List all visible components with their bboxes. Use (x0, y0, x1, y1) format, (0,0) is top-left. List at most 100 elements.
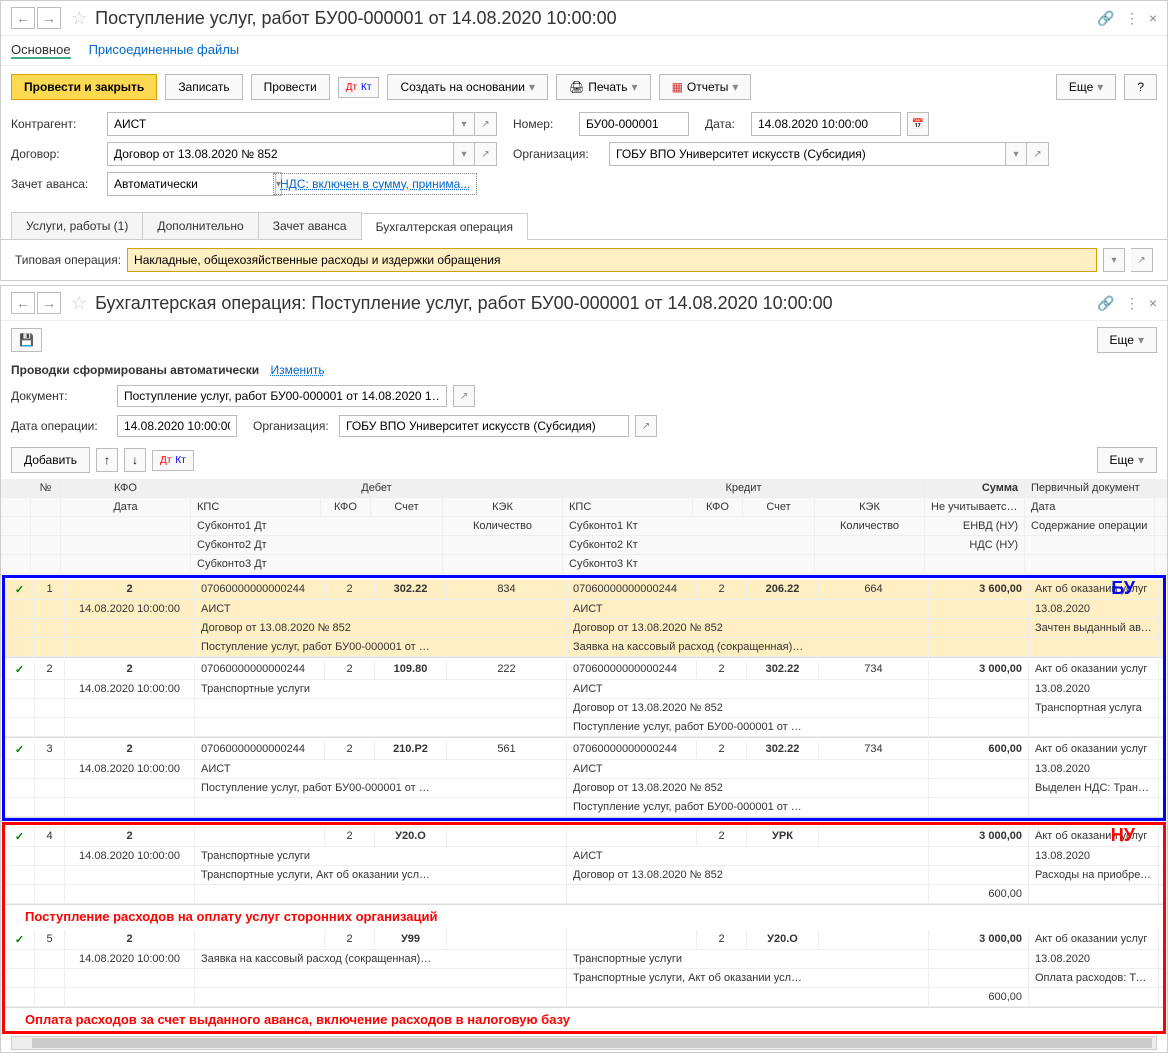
move-up-button[interactable]: ↑ (96, 448, 118, 472)
date-input[interactable] (751, 112, 901, 136)
check-icon: ✓ (15, 744, 24, 756)
tab-files[interactable]: Присоединенные файлы (89, 42, 240, 59)
advance-input[interactable] (107, 172, 275, 196)
tab-services[interactable]: Услуги, работы (1) (11, 212, 143, 239)
dtkt-icon[interactable]: ДтКт (152, 450, 194, 471)
document-title: Поступление услуг, работ БУ00-000001 от … (95, 8, 1097, 29)
save-icon[interactable]: 💾 (11, 328, 42, 352)
open-icon[interactable]: ↗ (475, 142, 497, 166)
bu-annotation: БУ (1111, 578, 1135, 599)
open-icon[interactable]: ↗ (453, 385, 475, 407)
org2-input[interactable] (339, 415, 629, 437)
date-label: Дата: (705, 117, 745, 131)
close-icon[interactable]: × (1149, 295, 1157, 311)
auto-notice: Проводки сформированы автоматически Изме… (1, 359, 1167, 381)
panel-header: ← → ☆ Поступление услуг, работ БУ00-0000… (1, 1, 1167, 36)
tab-main[interactable]: Основное (11, 42, 71, 59)
more-button[interactable]: Еще (1097, 327, 1157, 353)
typical-operation-row: Типовая операция: ▾ ↗ (1, 240, 1167, 280)
print-button[interactable]: 🖨Печать (556, 74, 651, 100)
dropdown-icon[interactable]: ▾ (1103, 248, 1125, 272)
favorite-icon[interactable]: ☆ (71, 293, 87, 314)
entry-row[interactable]: ✓ 3 2 07060000000000244 2 210.Р2 561 070… (5, 738, 1163, 818)
accounting-operation-panel: ← → ☆ Бухгалтерская операция: Поступлени… (0, 285, 1168, 1053)
tab-accounting[interactable]: Бухгалтерская операция (361, 213, 528, 240)
write-button[interactable]: Записать (165, 74, 242, 100)
vat-link[interactable]: НДС: включен в сумму, принима... (273, 173, 477, 195)
counterparty-label: Контрагент: (11, 117, 101, 131)
group-nu: НУ ✓ 4 2 2 У20.О 2 УРК 3 000,00 Акт об о… (2, 822, 1166, 1034)
move-down-button[interactable]: ↓ (124, 448, 146, 472)
dropdown-icon[interactable]: ▾ (453, 112, 475, 136)
typical-op-label: Типовая операция: (15, 253, 121, 267)
opdate-input[interactable] (117, 415, 237, 437)
reports-button[interactable]: ▦Отчеты (659, 74, 752, 100)
contract-label: Договор: (11, 147, 101, 161)
red-annotation-1: Поступление расходов на оплату услуг сто… (5, 905, 1163, 928)
open-icon[interactable]: ↗ (1131, 248, 1153, 272)
check-icon: ✓ (15, 664, 24, 676)
dtkt-icon[interactable]: ДтКт (338, 77, 380, 98)
favorite-icon[interactable]: ☆ (71, 8, 87, 29)
toolbar: Провести и закрыть Записать Провести ДтК… (1, 66, 1167, 108)
entries-grid: № КФО Дебет Кредит Сумма Первичный докум… (1, 479, 1167, 1050)
entry-row[interactable]: ✓ 1 2 07060000000000244 2 302.22 834 070… (5, 578, 1163, 658)
add-button[interactable]: Добавить (11, 447, 90, 473)
post-button[interactable]: Провести (251, 74, 330, 100)
number-input[interactable] (579, 112, 689, 136)
open-icon[interactable]: ↗ (635, 415, 657, 437)
check-icon: ✓ (15, 831, 24, 843)
nav-back[interactable]: ← (11, 7, 35, 29)
panel2-header: ← → ☆ Бухгалтерская операция: Поступлени… (1, 286, 1167, 321)
more-icon[interactable]: ⋮ (1125, 10, 1139, 27)
form-area: Контрагент: ▾ ↗ Номер: Дата: 📅 Договор: … (1, 108, 1167, 212)
tab-additional[interactable]: Дополнительно (142, 212, 258, 239)
counterparty-input[interactable] (107, 112, 453, 136)
document-panel: ← → ☆ Поступление услуг, работ БУ00-0000… (0, 0, 1168, 281)
doc-label: Документ: (11, 389, 111, 403)
link-icon[interactable]: 🔗 (1097, 295, 1114, 312)
open-icon[interactable]: ↗ (1027, 142, 1049, 166)
check-icon: ✓ (15, 934, 24, 946)
advance-label: Зачет аванса: (11, 177, 101, 191)
horizontal-scrollbar[interactable] (11, 1036, 1157, 1050)
red-annotation-2: Оплата расходов за счет выданного аванса… (5, 1008, 1163, 1031)
nav-forward[interactable]: → (37, 7, 61, 29)
grid-header-row4: Субконто2 Дт Субконто2 Кт НДС (НУ) (1, 536, 1167, 555)
nav-back[interactable]: ← (11, 292, 35, 314)
dropdown-icon[interactable]: ▾ (453, 142, 475, 166)
group-bu: БУ ✓ 1 2 07060000000000244 2 302.22 834 … (2, 575, 1166, 821)
entry-row[interactable]: ✓ 4 2 2 У20.О 2 УРК 3 000,00 Акт об оказ… (5, 825, 1163, 905)
help-button[interactable]: ? (1124, 74, 1157, 100)
contract-input[interactable] (107, 142, 453, 166)
close-icon[interactable]: × (1149, 10, 1157, 26)
check-icon: ✓ (15, 584, 24, 596)
top-tabs: Основное Присоединенные файлы (1, 36, 1167, 66)
org2-label: Организация: (253, 419, 333, 433)
nav-forward[interactable]: → (37, 292, 61, 314)
grid-more-button[interactable]: Еще (1097, 447, 1157, 473)
sub-tabs: Услуги, работы (1) Дополнительно Зачет а… (1, 212, 1167, 240)
change-link[interactable]: Изменить (270, 363, 324, 377)
link-icon[interactable]: 🔗 (1097, 10, 1114, 27)
more-icon[interactable]: ⋮ (1125, 295, 1139, 312)
post-close-button[interactable]: Провести и закрыть (11, 74, 157, 100)
entry-row[interactable]: ✓ 2 2 07060000000000244 2 109.80 222 070… (5, 658, 1163, 738)
calendar-icon[interactable]: 📅 (907, 112, 929, 136)
doc-input[interactable] (117, 385, 447, 407)
grid-header-row2: Дата КПС КФО Счет КЭК КПС КФО Счет КЭК Н… (1, 498, 1167, 517)
create-based-button[interactable]: Создать на основании (387, 74, 548, 100)
nu-annotation: НУ (1111, 825, 1135, 846)
typical-op-input[interactable] (127, 248, 1097, 272)
dropdown-icon[interactable]: ▾ (1005, 142, 1027, 166)
grid-header-row5: Субконто3 Дт Субконто3 Кт (1, 555, 1167, 574)
entry-row[interactable]: ✓ 5 2 2 У99 2 У20.О 3 000,00 Акт об оказ… (5, 928, 1163, 1008)
grid-header-row1: № КФО Дебет Кредит Сумма Первичный докум… (1, 479, 1167, 498)
tab-advance[interactable]: Зачет аванса (258, 212, 362, 239)
panel2-title: Бухгалтерская операция: Поступление услу… (95, 293, 1097, 314)
open-icon[interactable]: ↗ (475, 112, 497, 136)
more-button[interactable]: Еще (1056, 74, 1116, 100)
opdate-label: Дата операции: (11, 419, 111, 433)
org-label: Организация: (513, 147, 603, 161)
org-input[interactable] (609, 142, 1005, 166)
